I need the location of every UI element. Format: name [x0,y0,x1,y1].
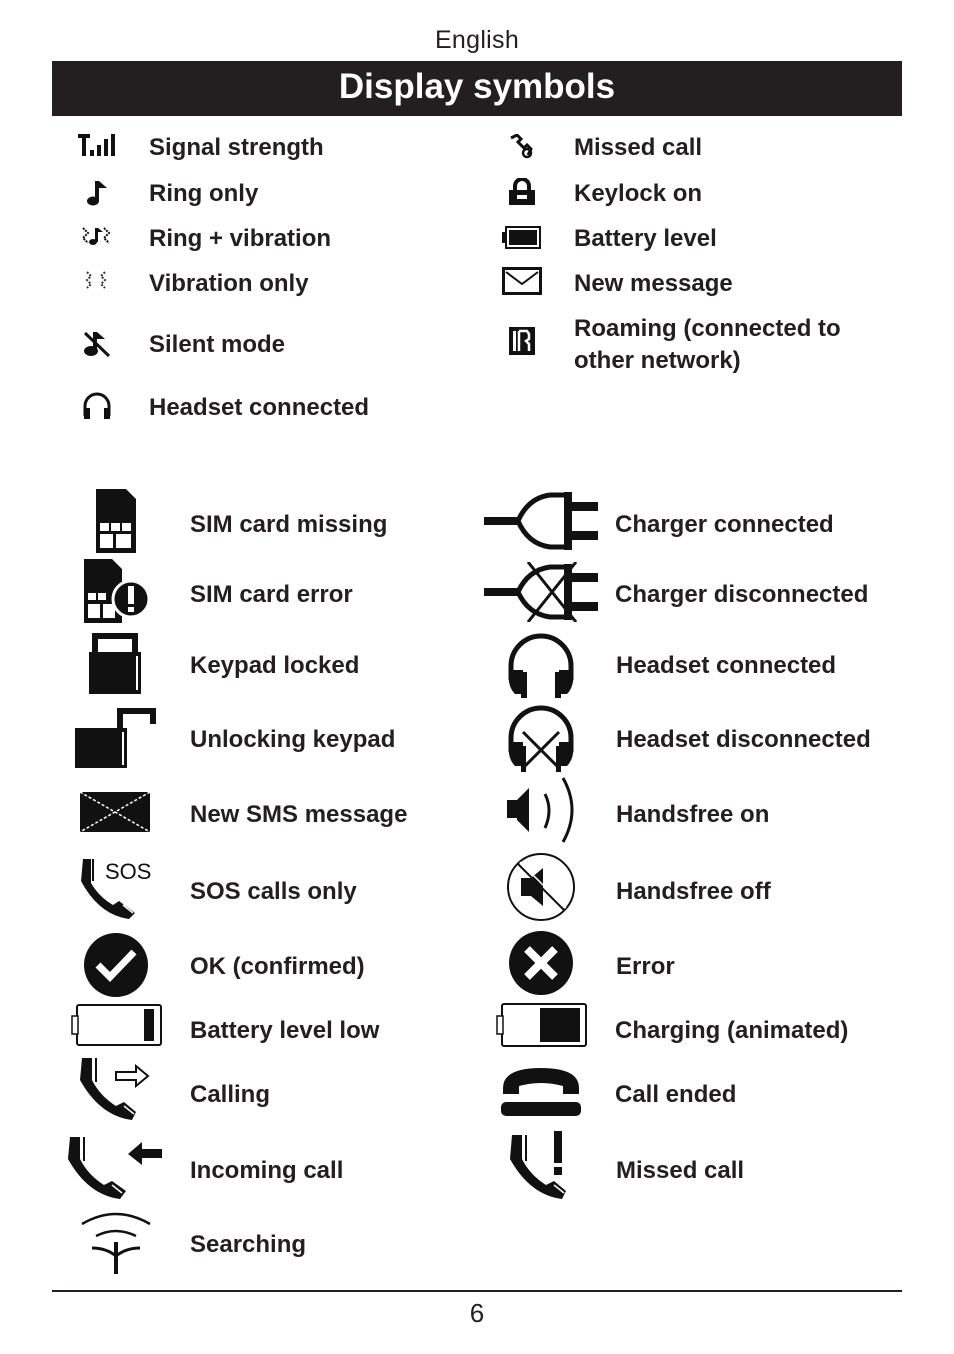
keylock-icon [508,178,536,206]
missed-call-small-icon [509,134,535,160]
sim-card-missing-icon [94,489,138,555]
page-number: 6 [469,1298,485,1328]
symbol-label: Vibration only [149,270,309,297]
phone-incoming-icon [68,1135,166,1201]
footer-divider [52,1290,902,1292]
symbol-label: Battery level [574,225,717,252]
battery-low-icon [71,1004,163,1046]
battery-charging-icon [496,1003,588,1047]
symbol-label: Charger disconnected [615,581,869,608]
language-label: English [434,26,520,54]
sms-envelope-icon [80,792,150,832]
symbol-label: OK (confirmed) [190,953,365,980]
speaker-on-icon [505,774,579,844]
ring-vibration-icon [82,226,112,248]
page-title: Display symbols [52,61,902,116]
symbol-label: Handsfree on [616,801,770,828]
antenna-searching-icon [80,1208,152,1276]
battery-level-icon [502,225,542,251]
ring-only-icon [86,180,108,206]
symbol-label: Charging (animated) [615,1017,849,1044]
symbol-label: New message [574,270,733,297]
symbol-label: SIM card error [190,581,353,608]
symbol-label: Keypad locked [190,652,360,679]
vibration-only-icon [84,270,110,292]
symbol-label: Headset connected [149,394,370,421]
symbol-label: Unlocking keypad [190,726,396,753]
sim-card-error-icon [82,559,152,625]
sos-icon-text: SOS [105,859,151,884]
roaming-icon [509,327,535,355]
phone-outgoing-icon [80,1056,152,1122]
envelope-icon [502,267,542,295]
symbol-label: Roaming (connected to other network) [574,315,841,374]
symbol-label: Call ended [615,1081,737,1108]
headphones-crossed-icon [505,702,577,772]
symbol-label: Battery level low [190,1017,380,1044]
symbol-label: SOS calls only [190,878,357,905]
phone-hangup-icon [501,1066,583,1118]
symbol-label: Missed call [616,1157,745,1184]
plug-disconnected-icon [484,562,600,622]
headphones-icon [505,630,577,698]
symbol-label: Headset connected [616,652,837,679]
symbol-label: Calling [190,1081,271,1108]
symbol-label: Charger connected [615,511,834,538]
symbol-label: Searching [190,1231,307,1258]
symbol-label: Headset disconnected [616,726,871,753]
symbol-label: Ring + vibration [149,225,332,252]
speaker-off-icon [506,852,576,922]
symbol-label: Silent mode [149,331,286,358]
padlock-closed-icon [89,632,143,694]
silent-mode-icon [82,330,112,358]
symbol-label: Missed call [574,134,703,161]
symbol-label: Keylock on [574,180,703,207]
error-circle-icon [508,930,574,996]
symbol-label: Incoming call [190,1157,344,1184]
padlock-open-icon [75,706,159,768]
symbol-label: Handsfree off [616,878,771,905]
symbol-label: Signal strength [149,134,324,161]
symbol-label: Error [616,953,675,980]
phone-missed-icon [510,1131,576,1201]
check-circle-icon [83,932,149,998]
headset-icon [81,392,113,422]
symbol-label: SIM card missing [190,511,388,538]
sos-phone-icon: SOS [79,857,155,921]
signal-strength-icon [78,134,118,158]
symbol-label: Ring only [149,180,259,207]
plug-connected-icon [484,492,600,550]
symbol-label: New SMS message [190,801,408,828]
